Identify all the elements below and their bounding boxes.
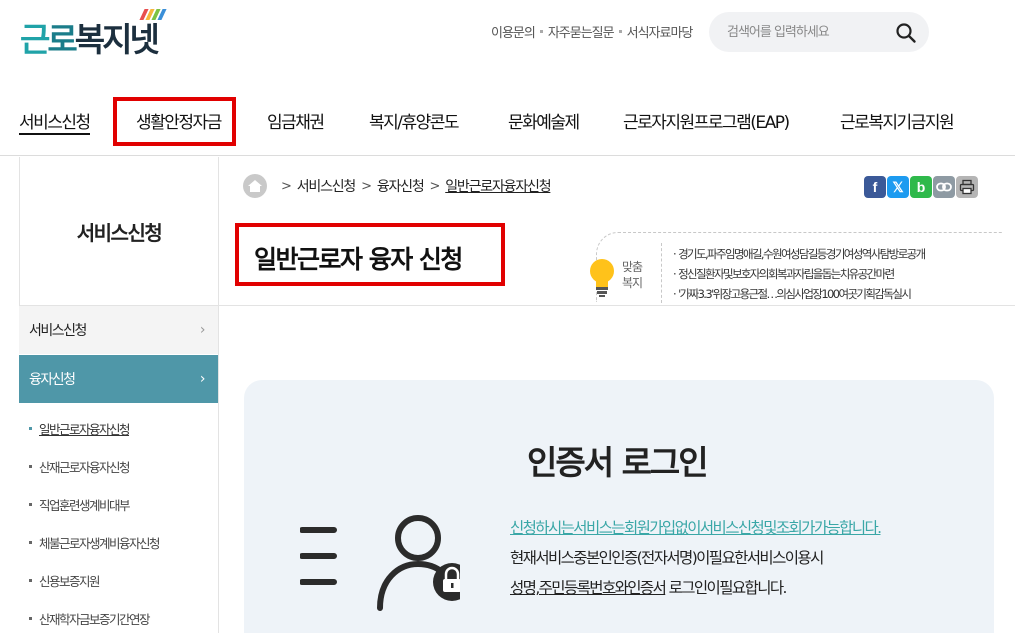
- lnb-item-label: 서비스신청: [29, 323, 87, 339]
- breadcrumb-current[interactable]: 일반근로자융자신청: [445, 176, 551, 196]
- facebook-icon[interactable]: f: [864, 176, 886, 198]
- breadcrumb-arrow-icon: >: [361, 178, 372, 194]
- bullet-icon: [29, 540, 32, 544]
- gnb-culture-arts[interactable]: 문화예술제: [508, 108, 580, 133]
- search-input[interactable]: [727, 22, 887, 42]
- util-link-faq[interactable]: 자주묻는질문: [548, 22, 615, 41]
- breadcrumb-arrow-icon: >: [429, 178, 441, 194]
- lnb-item-service-apply[interactable]: 서비스신청 ›: [19, 306, 218, 354]
- ticker-item[interactable]: '가짜3.3'위장고용근절…의심사업장100여곳기획감독실시: [673, 284, 925, 304]
- lightbulb-icon: [590, 259, 614, 297]
- user-lock-icon: [300, 515, 460, 611]
- bullet-icon: [29, 616, 32, 620]
- gnb-service-apply[interactable]: 서비스신청: [19, 108, 91, 135]
- gnb-wage-claim[interactable]: 임금채권: [267, 108, 325, 133]
- print-icon[interactable]: [956, 176, 978, 198]
- gnb-welfare-condo[interactable]: 복지/휴양콘도: [369, 108, 460, 133]
- divider: [661, 243, 662, 303]
- gnb-welfare-fund[interactable]: 근로복지기금지원: [840, 108, 955, 133]
- ticker-tag: 맞춤 복지: [622, 259, 643, 291]
- bullet-icon: [29, 426, 32, 430]
- lnb-title: 서비스신청: [76, 220, 163, 245]
- service-info-link[interactable]: 신청하시는서비스는회원가입없이서비스신청및조회가가능합니다.: [510, 513, 882, 543]
- util-link-inquiry[interactable]: 이용문의: [491, 22, 536, 41]
- divider: [219, 305, 1015, 306]
- lnb-sub-item[interactable]: 산재근로자융자신청: [19, 447, 218, 485]
- panel-title: 인증서 로그인: [527, 443, 709, 482]
- description-rest: 로그인이필요합니다.: [665, 579, 788, 597]
- description-underlined: 성명,주민등록번호와인증서: [510, 579, 667, 597]
- ticker-tag-line: 복지: [622, 276, 643, 291]
- bullet-icon: [29, 464, 32, 468]
- logo-stripes-icon: [139, 9, 167, 20]
- lnb-sub-item[interactable]: 산재학자금보증기간연장: [19, 599, 218, 633]
- certificate-login-panel: 인증서 로그인 신청하시는서비스는회원가입없이서비스신청및조회가가능합니다. 현…: [244, 380, 994, 633]
- x-twitter-icon[interactable]: 𝕏: [887, 176, 909, 198]
- chevron-right-icon: ›: [199, 322, 206, 338]
- lnb-sub-label: 체불근로자생계비융자신청: [39, 535, 161, 551]
- description-line: 성명,주민등록번호와인증서 로그인이필요합니다.: [510, 573, 880, 603]
- lnb-sub-label: 일반근로자융자신청: [39, 421, 131, 437]
- band-icon[interactable]: b: [910, 176, 932, 198]
- home-icon[interactable]: [243, 174, 267, 198]
- search-icon[interactable]: [895, 22, 917, 44]
- bullet-icon: [29, 502, 32, 506]
- gnb-eap[interactable]: 근로자지원프로그램(EAP): [623, 108, 790, 133]
- breadcrumb: > 서비스신청 > 융자신청 > 일반근로자융자신청: [243, 174, 552, 198]
- util-link-forms[interactable]: 서식자료마당: [627, 22, 694, 41]
- share-buttons: f 𝕏 b: [864, 176, 978, 198]
- ticker-tag-line: 맞춤: [622, 260, 643, 274]
- main-navigation: 서비스신청 생활안정자금 임금채권 복지/휴양콘도 문화예술제 근로자지원프로그…: [0, 96, 1015, 156]
- lnb-item-label: 융자신청: [29, 372, 76, 388]
- gnb-living-stability-fund[interactable]: 생활안정자금: [136, 108, 222, 133]
- ticker-item[interactable]: 경기도,파주임명애길,수원여성담길등경기여성역사탐방로공개: [673, 244, 926, 264]
- separator-dot: [618, 30, 622, 33]
- separator-dot: [539, 30, 543, 33]
- lnb-sub-item[interactable]: 일반근로자융자신청: [19, 409, 218, 447]
- lnb-sub-item[interactable]: 직업훈련생계비대부: [19, 485, 218, 523]
- ticker-list: 경기도,파주임명애길,수원여성담길등경기여성역사탐방로공개 정신질환자및보호자의…: [673, 244, 926, 304]
- panel-description: 신청하시는서비스는회원가입없이서비스신청및조회가가능합니다. 현재서비스중본인인…: [510, 513, 882, 603]
- breadcrumb-item[interactable]: 서비스신청: [297, 176, 357, 196]
- lnb-sub-label: 산재학자금보증기간연장: [39, 611, 151, 627]
- lnb-sub-label: 신용보증지원: [39, 573, 101, 589]
- logo-text: 근로복지넷: [20, 20, 160, 59]
- breadcrumb-arrow-icon: >: [281, 178, 292, 194]
- custom-welfare-ticker: 맞춤 복지 경기도,파주임명애길,수원여성담길등경기여성역사탐방로공개 정신질환…: [590, 232, 1002, 304]
- bullet-icon: [29, 578, 32, 582]
- search-box: [709, 12, 929, 52]
- page-title: 일반근로자 융자 신청: [254, 245, 463, 274]
- lnb-sub-label: 산재근로자융자신청: [39, 459, 131, 475]
- description-line: 현재서비스중본인인증(전자서명)이필요한서비스이용시: [510, 549, 824, 567]
- chevron-right-icon: ›: [199, 371, 206, 387]
- site-logo[interactable]: 근로복지넷: [20, 9, 167, 59]
- link-copy-icon[interactable]: [933, 176, 955, 198]
- lnb-sub-label: 직업훈련생계비대부: [39, 497, 131, 513]
- side-navigation: 서비스신청 › 융자신청 › 일반근로자융자신청 산재근로자융자신청 직업훈련생…: [19, 305, 219, 633]
- lnb-item-loan-apply[interactable]: 융자신청 ›: [19, 355, 218, 403]
- lnb-title-box: 서비스신청: [19, 157, 219, 305]
- lnb-sub-list: 일반근로자융자신청 산재근로자융자신청 직업훈련생계비대부 체불근로자생계비융자…: [19, 403, 218, 633]
- lnb-sub-item[interactable]: 체불근로자생계비융자신청: [19, 523, 218, 561]
- breadcrumb-item[interactable]: 융자신청: [377, 176, 425, 196]
- ticker-item[interactable]: 정신질환자및보호자의회복과자립을돕는치유공간마련: [673, 264, 925, 284]
- lnb-sub-item[interactable]: 신용보증지원: [19, 561, 218, 599]
- utility-links: 이용문의 자주묻는질문 서식자료마당: [491, 22, 694, 41]
